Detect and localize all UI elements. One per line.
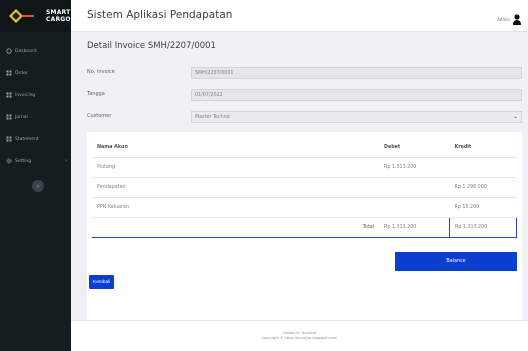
sidebar-item-label: Dasboard: [15, 48, 37, 54]
sidebar-item-setting[interactable]: Setting ›: [0, 150, 71, 172]
table-row: Pendapatan Rp 1.298.000: [92, 177, 517, 198]
table-row: Piutang Rp 1.313.200: [92, 157, 517, 178]
page-title: Detail Invoice SMH/2207/0001: [87, 41, 216, 51]
grid-icon: [6, 70, 12, 76]
brand-name: SMART CARGO: [46, 9, 71, 23]
credit-cell: Rp 1.298.000: [449, 177, 517, 198]
total-label: Total: [92, 217, 379, 238]
journal-panel: Nama Akun Debet Kredit Piutang Rp 1.313.…: [87, 132, 522, 342]
chevron-down-icon: ⌄: [512, 113, 518, 120]
user-icon: [513, 10, 521, 29]
grid-icon: [6, 114, 12, 120]
table-row: PPN Keluaran Rp 15.200: [92, 197, 517, 218]
sidebar-item-label: Jurnal: [15, 114, 28, 120]
credit-cell: Rp 15.200: [449, 197, 517, 218]
sidebar-item-label: Order: [15, 70, 28, 76]
sidebar-item-jurnal[interactable]: Jurnal: [0, 106, 71, 128]
sidebar-item-label: Setting: [15, 158, 32, 164]
footer-copyright: Copyright © https://nuraliya.blogspot.co…: [261, 336, 338, 340]
column-header-account: Nama Akun: [92, 138, 379, 158]
gear-icon: [6, 158, 12, 164]
debit-cell: [379, 197, 450, 218]
journal-table: Nama Akun Debet Kredit Piutang Rp 1.313.…: [92, 138, 517, 238]
dashboard-icon: [6, 48, 12, 54]
invoice-no-field[interactable]: SMH/2207/0001: [191, 67, 522, 79]
customer-label: Customer: [87, 113, 112, 119]
brand[interactable]: SMART CARGO: [0, 0, 71, 32]
column-header-debit: Debet: [379, 138, 450, 158]
grid-icon: [6, 92, 12, 98]
account-cell: Pendapatan: [92, 177, 379, 198]
footer: Create By: Nuraliya Copyright © https://…: [71, 320, 528, 351]
chevron-left-icon: ‹: [36, 182, 40, 190]
sidebar-nav: Dasboard Order Invoicing Jurnal Statemen…: [0, 40, 71, 172]
table-header-row: Nama Akun Debet Kredit: [92, 138, 517, 158]
date-field[interactable]: 01/07/2022: [191, 89, 522, 101]
total-row: Total Rp 1.313.200 Rp 1.313.200: [92, 217, 517, 238]
debit-cell: Rp 1.313.200: [379, 157, 450, 178]
total-credit: Rp 1.313.200: [449, 217, 517, 238]
date-row: Tangga 01/07/2022: [87, 89, 522, 101]
user-menu[interactable]: Admin: [497, 10, 521, 29]
customer-row: Customer Master Technic ⌄: [87, 111, 522, 123]
sidebar-toggle-button[interactable]: ‹: [32, 180, 44, 192]
sidebar-item-invoicing[interactable]: Invoicing: [0, 84, 71, 106]
logo-icon: [8, 8, 34, 24]
sidebar-item-statement[interactable]: Statement: [0, 128, 71, 150]
main-content: Detail Invoice SMH/2207/0001 No. Invoice…: [71, 32, 528, 351]
account-cell: PPN Keluaran: [92, 197, 379, 218]
user-name: Admin: [497, 17, 510, 22]
date-label: Tangga: [87, 91, 105, 97]
total-debit: Rp 1.313.200: [379, 217, 450, 238]
column-header-credit: Kredit: [449, 138, 517, 158]
topbar: Sistem Aplikasi Pendapatan Admin: [71, 0, 528, 32]
credit-cell: [449, 157, 517, 178]
invoice-no-row: No. Invoice SMH/2207/0001: [87, 67, 522, 79]
chevron-right-icon: ›: [65, 158, 67, 164]
customer-value: Master Technic: [195, 114, 231, 120]
back-button[interactable]: Kembali: [89, 275, 115, 289]
sidebar-item-label: Invoicing: [15, 92, 36, 98]
invoice-no-label: No. Invoice: [87, 69, 115, 75]
sidebar: SMART CARGO Dasboard Order Invoicing Jur…: [0, 0, 71, 351]
sidebar-item-dashboard[interactable]: Dasboard: [0, 40, 71, 62]
app-title: Sistem Aplikasi Pendapatan: [87, 9, 233, 21]
grid-icon: [6, 136, 12, 142]
sidebar-item-order[interactable]: Order: [0, 62, 71, 84]
account-cell: Piutang: [92, 157, 379, 178]
sidebar-item-label: Statement: [15, 136, 39, 142]
balance-status: Balance: [395, 252, 517, 271]
debit-cell: [379, 177, 450, 198]
customer-select[interactable]: Master Technic ⌄: [191, 111, 522, 123]
